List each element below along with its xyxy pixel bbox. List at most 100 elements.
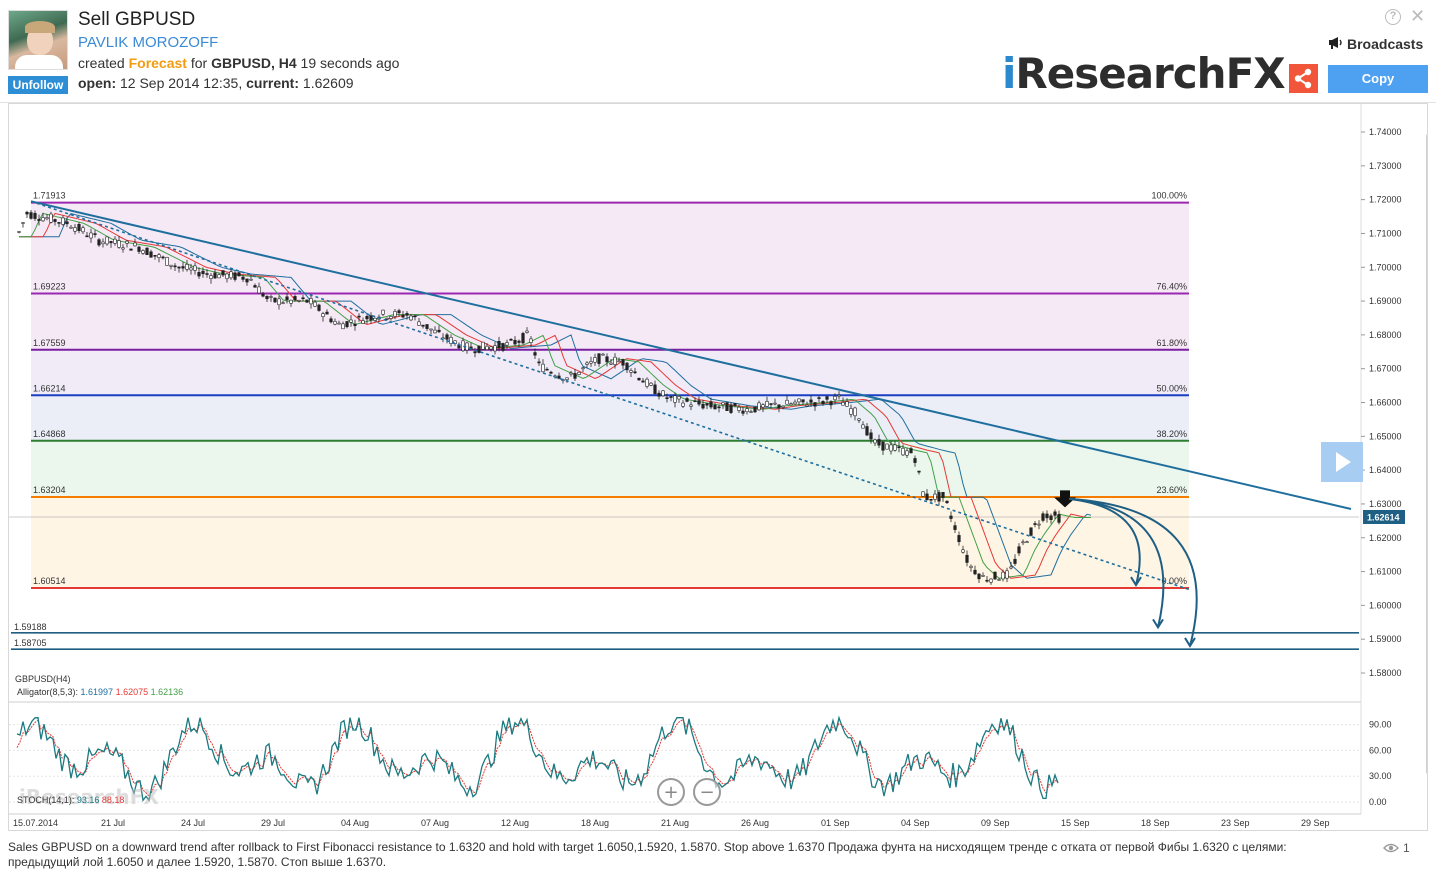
candle-body	[429, 328, 433, 331]
candle-body	[145, 247, 149, 256]
candle-body	[1037, 523, 1041, 526]
candle-body	[165, 256, 169, 266]
target-price-label: 1.58705	[14, 638, 47, 648]
candle-body	[697, 400, 701, 405]
candle-body	[481, 341, 485, 350]
candle-body	[821, 401, 825, 404]
candle-body	[845, 401, 849, 407]
symbol-link[interactable]: GBPUSD	[211, 55, 271, 71]
fib-zone	[31, 349, 1189, 396]
candle-body	[177, 266, 181, 269]
unfollow-button[interactable]: Unfollow	[8, 76, 68, 94]
candle-body	[81, 227, 85, 233]
candle-body	[861, 424, 865, 429]
date-tick-label: 21 Aug	[661, 818, 689, 828]
candle-body	[793, 401, 797, 405]
candle-body	[749, 411, 753, 413]
price-tick-label: 1.66000	[1369, 398, 1402, 408]
stoch-tick-label: 30.00	[1369, 771, 1392, 781]
candle-body	[169, 264, 173, 267]
candle-body	[945, 500, 949, 504]
date-tick-label: 09 Sep	[981, 818, 1010, 828]
candle-body	[937, 492, 941, 502]
candle-body	[337, 322, 341, 325]
candle-body	[1021, 541, 1025, 544]
price-tick-label: 1.63000	[1369, 499, 1402, 509]
fib-zone	[31, 293, 1189, 350]
candle-body	[209, 275, 213, 280]
candle-body	[961, 549, 965, 553]
logo-text: ResearchFX	[1015, 49, 1285, 98]
candle-body	[805, 404, 809, 407]
fib-price-label: 1.64868	[33, 429, 66, 439]
candle-body	[1017, 546, 1021, 554]
candle-body	[1053, 511, 1057, 516]
close-icon[interactable]: ✕	[1410, 6, 1425, 27]
candle-body	[597, 353, 601, 364]
candle-body	[1041, 513, 1045, 521]
page-scrollbar[interactable]	[1426, 134, 1427, 774]
candle-body	[317, 304, 321, 311]
chart-area[interactable]: 1.71913 100.00% 1.69223 76.40% 1.67559 61.80%…	[8, 103, 1428, 831]
candle-body	[521, 333, 525, 344]
candle-body	[385, 317, 389, 320]
candle-body	[885, 443, 889, 450]
candle-body	[389, 316, 393, 319]
candle-body	[649, 382, 653, 386]
candle-body	[353, 323, 357, 327]
date-tick-label: 29 Sep	[1301, 818, 1330, 828]
alligator-value: 1.62075	[116, 687, 151, 697]
candle-body	[497, 341, 501, 349]
stoch-tick-label: 90.00	[1369, 720, 1392, 730]
candle-body	[365, 316, 369, 320]
candle-body	[393, 311, 397, 317]
candle-body	[93, 233, 97, 235]
copy-button[interactable]: Copy	[1328, 65, 1428, 93]
fib-percent-label: 50.00%	[1156, 383, 1187, 393]
date-tick-label: 15.07.2014	[13, 818, 58, 828]
candle-body	[293, 296, 297, 301]
candle-body	[409, 315, 413, 321]
candle-body	[601, 353, 605, 356]
candle-body	[965, 554, 969, 563]
candle-body	[853, 407, 857, 417]
candle-body	[333, 321, 337, 325]
date-tick-label: 18 Sep	[1141, 818, 1170, 828]
candle-body	[893, 444, 897, 451]
fib-percent-label: 23.60%	[1156, 485, 1187, 495]
broadcasts-button[interactable]: Broadcasts	[1328, 36, 1423, 52]
forecast-link[interactable]: Forecast	[129, 55, 187, 71]
date-tick-label: 15 Sep	[1061, 818, 1090, 828]
candle-body	[109, 241, 113, 244]
candle-body	[21, 222, 25, 224]
candle-body	[445, 334, 449, 340]
idea-description: Sales GBPUSD on a downward trend after r…	[8, 840, 1287, 869]
candle-body	[617, 360, 621, 363]
candle-body	[605, 356, 609, 363]
created-for: for	[186, 55, 212, 71]
candle-body	[829, 401, 833, 406]
candle-body	[657, 392, 661, 397]
date-tick-label: 21 Jul	[101, 818, 125, 828]
candle-body	[973, 569, 977, 575]
candle-body	[1033, 523, 1037, 525]
price-chart[interactable]: 1.71913 100.00% 1.69223 76.40% 1.67559 61.80%…	[9, 104, 1428, 831]
author-link[interactable]: PAVLIK MOROZOFF	[78, 34, 218, 51]
candle-body	[369, 315, 373, 321]
candle-body	[137, 246, 141, 252]
stoch-tick-label: 0.00	[1369, 797, 1387, 807]
candle-body	[205, 273, 209, 275]
candle-body	[241, 276, 245, 280]
price-tick-label: 1.67000	[1369, 364, 1402, 374]
help-icon[interactable]: ?	[1385, 9, 1401, 25]
play-replay-button[interactable]	[1321, 442, 1363, 482]
alligator-legend: Alligator(8,5,3): 1.61997 1.62075 1.6213…	[17, 687, 183, 697]
share-button[interactable]	[1289, 64, 1318, 93]
candle-body	[789, 403, 793, 406]
candle-body	[1049, 515, 1053, 520]
author-avatar[interactable]	[8, 10, 68, 70]
fib-percent-label: 100.00%	[1151, 191, 1187, 201]
candle-body	[745, 408, 749, 413]
price-tick-label: 1.64000	[1369, 465, 1402, 475]
megaphone-icon	[1328, 36, 1343, 52]
